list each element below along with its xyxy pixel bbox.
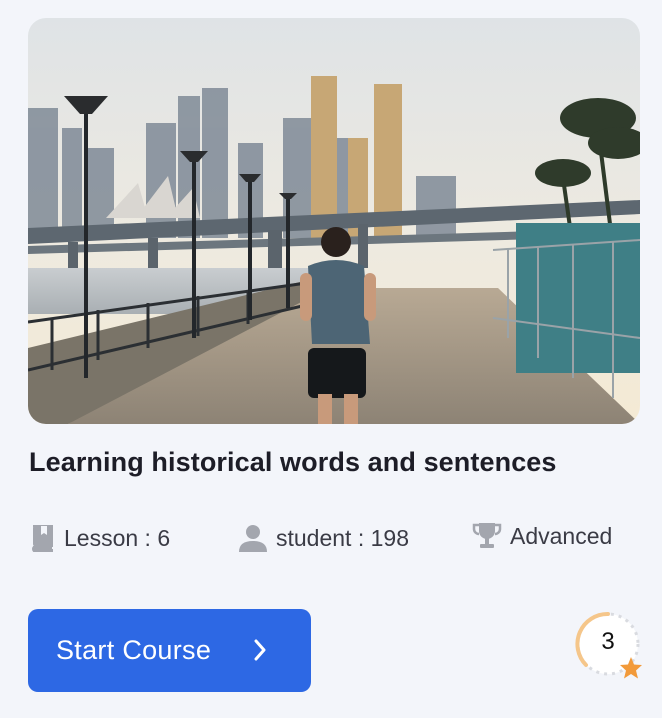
course-cover-image[interactable] (28, 18, 640, 424)
user-icon (238, 524, 268, 552)
book-icon (30, 524, 56, 552)
lesson-count-text: Lesson : 6 (64, 524, 171, 551)
student-count: student : 198 (238, 520, 409, 556)
badge-number: 3 (601, 628, 615, 655)
student-count-text: student : 198 (276, 524, 409, 551)
start-course-label: Start Course (56, 635, 212, 665)
start-course-button[interactable]: Start Course (28, 609, 311, 692)
course-title: Learning historical words and sentences (29, 447, 557, 477)
lesson-count: Lesson : 6 (30, 520, 170, 556)
trophy-icon (472, 521, 502, 551)
course-card: Learning historical words and sentences … (0, 0, 662, 718)
chevron-right-icon (252, 638, 268, 667)
course-level: Advanced (472, 518, 612, 554)
progress-badge: 3 (574, 610, 644, 680)
runner-city-photo (28, 18, 640, 424)
course-level-text: Advanced (510, 522, 613, 549)
star-icon (620, 657, 642, 679)
